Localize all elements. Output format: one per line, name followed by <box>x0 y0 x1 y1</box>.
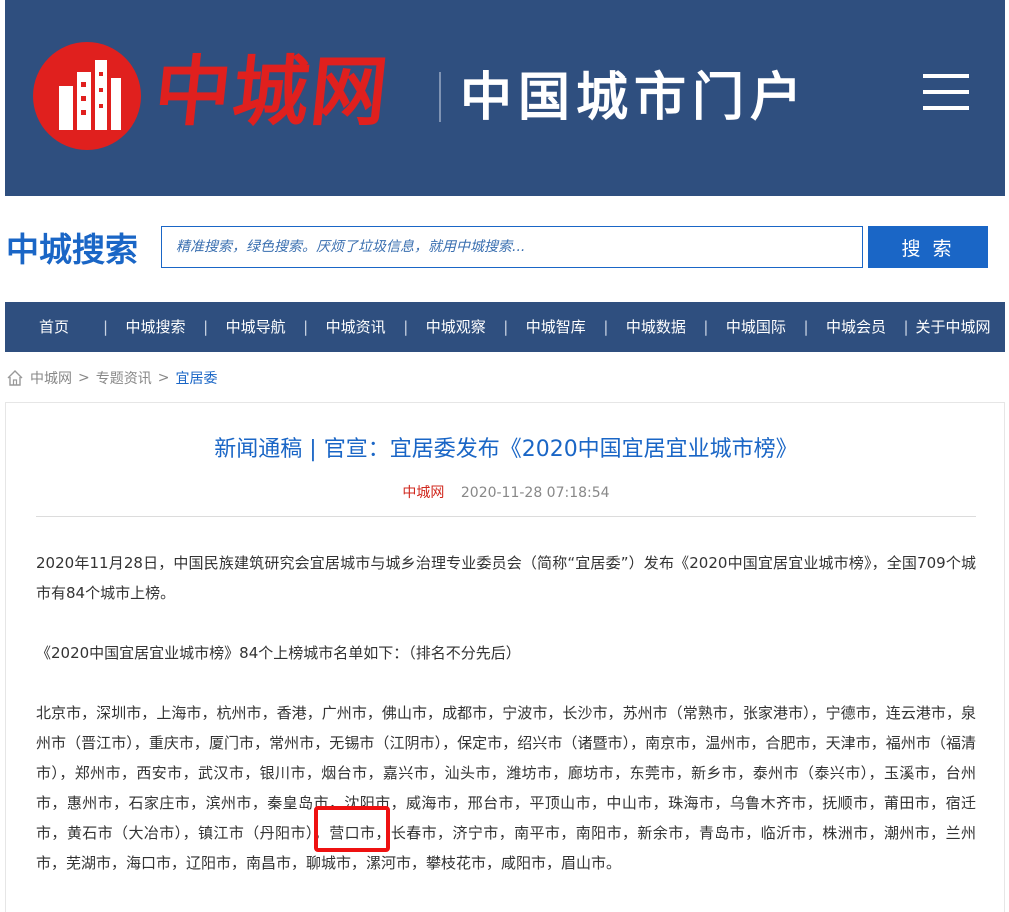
breadcrumb-separator: > <box>78 370 90 386</box>
nav-item-members[interactable]: 中城会员 <box>809 302 904 352</box>
article-paragraph-city-list: 北京市，深圳市，上海市，杭州市，香港，广州市，佛山市，成都市，宁波市，长沙市，苏… <box>36 704 976 872</box>
header-divider <box>439 72 441 122</box>
search-input[interactable] <box>161 226 863 268</box>
logo-icon[interactable] <box>33 42 141 150</box>
breadcrumb-separator: > <box>157 370 170 386</box>
nav-item-home[interactable]: 首页 <box>5 302 103 352</box>
nav-item-navigation[interactable]: 中城导航 <box>208 302 303 352</box>
article-panel: 新闻通稿 | 官宣：宜居委发布《2020中国宜居宜业城市榜》 中城网 2020-… <box>5 402 1005 912</box>
site-header: 中城网 中国城市门户 <box>5 0 1005 196</box>
article-paragraph: 2020年11月28日，中国民族建筑研究会宜居城市与城乡治理专业委员会（简称“宜… <box>36 554 976 602</box>
main-nav: 首页 | 中城搜索 | 中城导航 | 中城资讯 | 中城观察 | 中城智库 | … <box>5 302 1005 352</box>
article-title: 新闻通稿 | 官宣：宜居委发布《2020中国宜居宜业城市榜》 <box>214 437 798 462</box>
nav-item-news[interactable]: 中城资讯 <box>308 302 403 352</box>
breadcrumb-current[interactable]: 宜居委 <box>175 368 217 388</box>
search-brand-label: 中城搜索 <box>6 230 138 269</box>
article-date: 2020-11-28 07:18:54 <box>460 485 610 501</box>
home-icon[interactable] <box>6 369 24 387</box>
nav-item-international[interactable]: 中城国际 <box>708 302 803 352</box>
nav-item-about[interactable]: 关于中城网 <box>909 302 998 352</box>
search-button[interactable]: 搜 索 <box>868 226 988 268</box>
breadcrumb: 中城网 > 专题资讯 > 宜居委 <box>6 366 217 390</box>
nav-item-search[interactable]: 中城搜索 <box>108 302 203 352</box>
nav-item-think-tank[interactable]: 中城智库 <box>508 302 603 352</box>
article-divider <box>36 516 976 517</box>
breadcrumb-link-home[interactable]: 中城网 <box>30 368 72 388</box>
article-paragraph: 《2020中国宜居宜业城市榜》84个上榜城市名单如下：（排名不分先后） <box>36 644 521 662</box>
header-title: 中国城市门户 <box>460 68 809 128</box>
hamburger-menu-icon[interactable] <box>923 74 969 110</box>
breadcrumb-link-topics[interactable]: 专题资讯 <box>96 368 152 388</box>
article-meta: 中城网 2020-11-28 07:18:54 <box>6 483 1006 503</box>
nav-item-observation[interactable]: 中城观察 <box>408 302 503 352</box>
logo-wordmark[interactable]: 中城网 <box>150 44 394 140</box>
article-source[interactable]: 中城网 <box>402 485 444 501</box>
nav-item-data[interactable]: 中城数据 <box>608 302 703 352</box>
